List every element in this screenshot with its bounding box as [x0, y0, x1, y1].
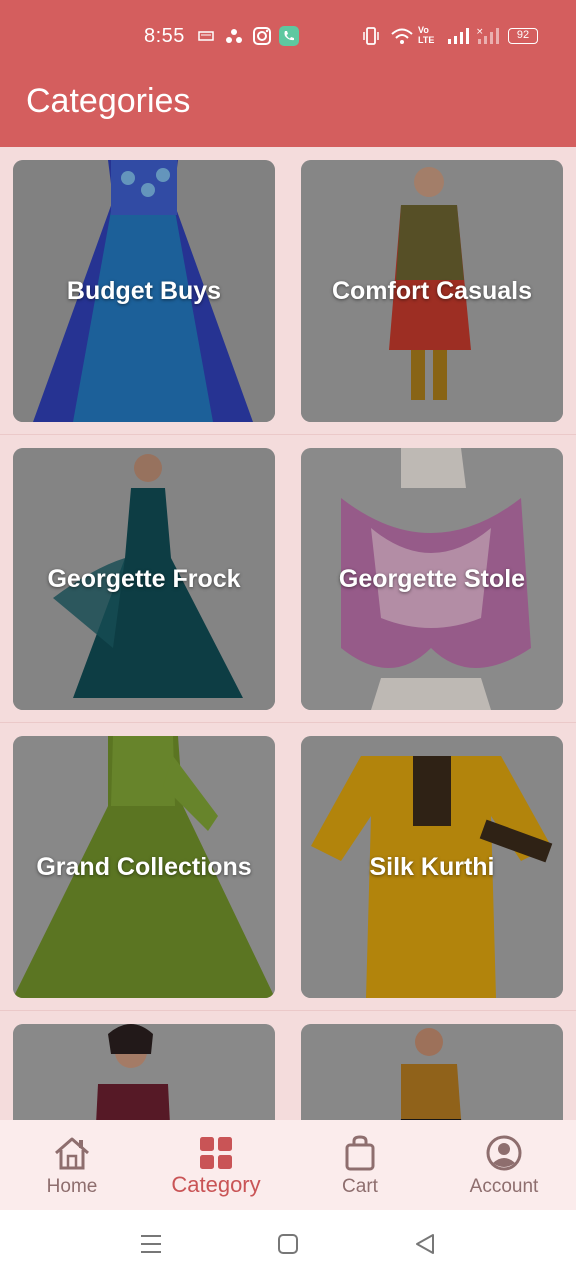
category-label: Georgette Stole	[338, 565, 526, 593]
category-card-grand-collections[interactable]: Grand Collections	[13, 736, 275, 998]
category-row	[0, 1011, 576, 1120]
wifi-icon	[391, 28, 413, 44]
account-icon	[486, 1135, 522, 1171]
home-square-icon[interactable]	[277, 1232, 299, 1256]
category-label: Silk Kurthi	[369, 853, 495, 881]
instagram-icon	[253, 27, 271, 45]
nav-home[interactable]: Home	[0, 1120, 144, 1210]
card-overlay	[13, 1024, 275, 1120]
vibrate-icon	[363, 27, 379, 45]
category-grid: Budget Buys Comfort Casuals Georgette Fr…	[0, 147, 576, 1120]
news-notification-icon	[198, 31, 214, 41]
phone-call-icon	[279, 26, 299, 46]
nav-cart-label: Cart	[342, 1176, 378, 1197]
nav-account-label: Account	[469, 1176, 539, 1197]
category-card-black-frock[interactable]	[301, 1024, 563, 1120]
category-row: Georgette Frock Georgette Stole	[0, 435, 576, 723]
signal-icon	[448, 28, 469, 44]
grid-icon	[200, 1137, 232, 1169]
nav-cart[interactable]: Cart	[288, 1120, 432, 1210]
category-row: Budget Buys Comfort Casuals	[0, 147, 576, 435]
category-row: Grand Collections Silk Kurthi	[0, 723, 576, 1011]
category-card-budget-buys[interactable]: Budget Buys	[13, 160, 275, 422]
category-label: Budget Buys	[66, 277, 222, 305]
category-card-georgette-frock[interactable]: Georgette Frock	[13, 448, 275, 710]
svg-text:×: ×	[476, 27, 484, 37]
category-card-silk-kurthi[interactable]: Silk Kurthi	[301, 736, 563, 998]
status-time: 8:55	[144, 25, 185, 47]
system-navigation-bar	[0, 1210, 576, 1280]
share-notification-icon	[226, 29, 242, 43]
status-bar: 8:55 Vo LTE × 92	[0, 0, 576, 74]
page-title: Categories	[26, 82, 191, 120]
category-card-comfort-casuals[interactable]: Comfort Casuals	[301, 160, 563, 422]
category-card-floral-top[interactable]	[13, 1024, 275, 1120]
category-label: Georgette Frock	[47, 565, 241, 593]
signal-2-icon: ×	[476, 27, 499, 44]
nav-home-label: Home	[46, 1176, 98, 1197]
nav-category[interactable]: Category	[144, 1120, 288, 1210]
category-label: Comfort Casuals	[331, 277, 533, 305]
bottom-navigation: Home Category Cart Account	[0, 1120, 576, 1210]
app-bar: 8:55 Vo LTE × 92 Categories	[0, 0, 576, 147]
shopping-bag-icon	[345, 1135, 375, 1171]
battery-icon: 92	[508, 28, 538, 44]
app-screen: 8:55 Vo LTE × 92 Categories Budget Buys …	[0, 0, 576, 1280]
category-label: Grand Collections	[36, 853, 252, 881]
battery-level: 92	[516, 29, 530, 41]
card-overlay	[301, 1024, 563, 1120]
volte-label: Vo LTE	[418, 25, 435, 45]
nav-account[interactable]: Account	[432, 1120, 576, 1210]
category-card-georgette-stole[interactable]: Georgette Stole	[301, 448, 563, 710]
back-icon[interactable]	[414, 1232, 436, 1256]
home-icon	[55, 1137, 89, 1170]
menu-icon[interactable]	[140, 1232, 162, 1256]
nav-category-label: Category	[171, 1172, 261, 1197]
